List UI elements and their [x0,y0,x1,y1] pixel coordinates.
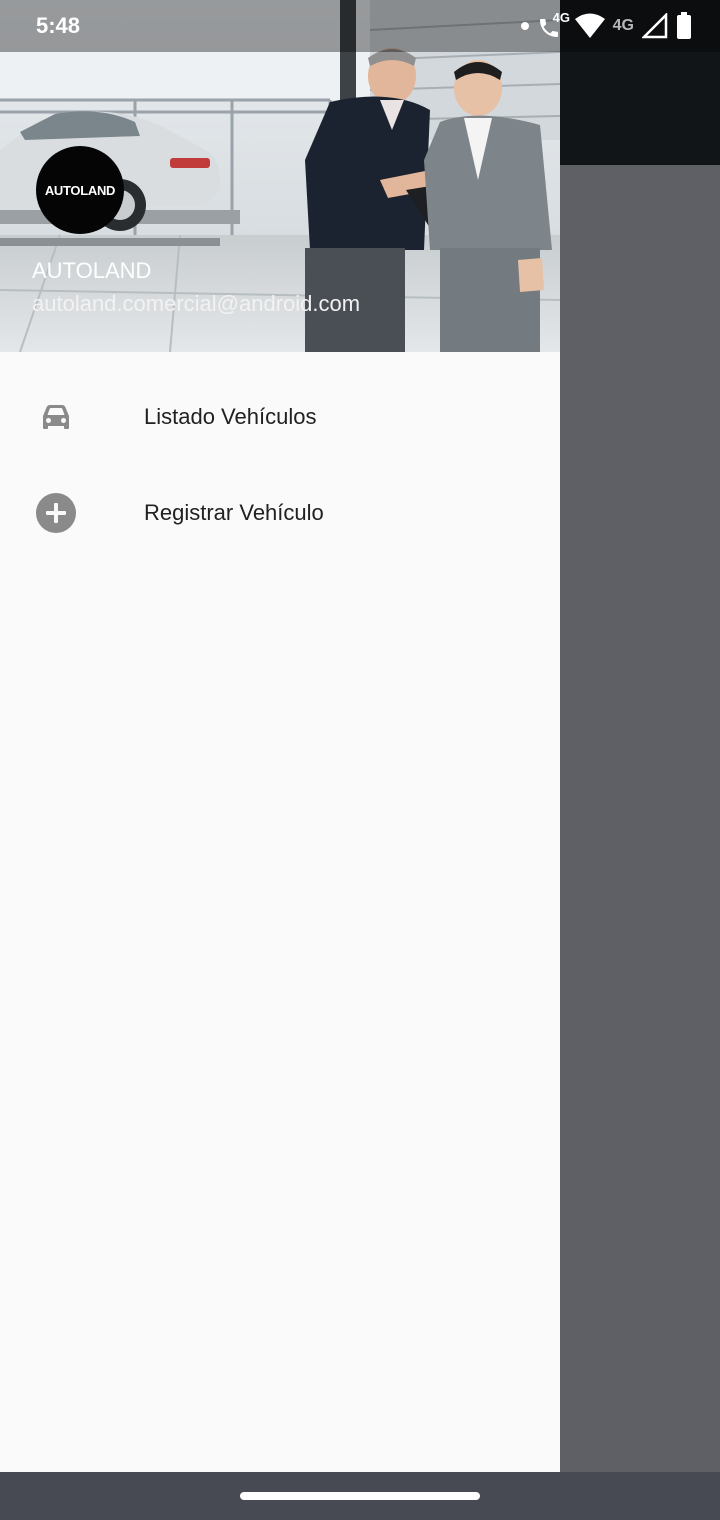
system-navigation-bar [0,1472,720,1520]
autoland-logo: AUTOLAND [36,146,124,234]
signal-icon [642,13,668,39]
wifi-icon [574,13,605,38]
gesture-handle[interactable] [240,1492,480,1500]
drawer-header: AUTOLAND AUTOLAND autoland.comercial@and… [0,0,560,352]
wifi-call-label: 4G [552,10,570,25]
menu-item-label: Listado Vehículos [144,404,317,429]
battery-icon [677,12,691,39]
dot-icon [520,22,529,30]
network-type-label: 4G [612,17,634,34]
status-time: 5:48 [36,13,81,38]
wifi-call-icon: 4G [537,10,570,40]
header-account-email: autoland.comercial@android.com [32,291,361,316]
status-icons: 4G 4G [520,10,692,42]
header-account-name: AUTOLAND [32,258,152,283]
add-circle-icon [36,493,76,533]
status-bar: 5:48 4G 4G [0,0,720,52]
navigation-drawer: AUTOLAND AUTOLAND autoland.comercial@and… [0,0,560,1472]
menu-item-label: Registrar Vehículo [144,500,324,525]
car-icon [43,405,69,429]
menu-item-listado-vehiculos[interactable]: Listado Vehículos [0,369,560,465]
menu-item-registrar-vehiculo[interactable]: Registrar Vehículo [0,465,560,561]
